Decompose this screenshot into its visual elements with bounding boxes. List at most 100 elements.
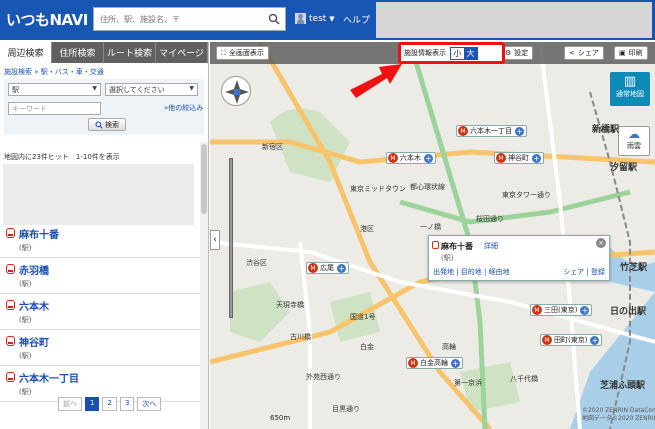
share-label: シェア <box>577 49 599 57</box>
plus-icon[interactable]: + <box>532 153 541 163</box>
compass-icon[interactable] <box>221 76 251 106</box>
help-link[interactable]: ヘルプ <box>343 13 370 26</box>
rain-cloud-button[interactable]: ☁ 雨雲 <box>618 126 650 156</box>
map-label: 都心環状線 <box>410 183 445 191</box>
station-type: (駅) <box>19 280 32 288</box>
station-name[interactable]: 六本木一丁目 <box>19 370 79 385</box>
expand-icon: ⛶ <box>221 48 226 57</box>
plus-icon[interactable]: + <box>590 335 600 345</box>
scrollbar[interactable] <box>200 142 208 429</box>
station-label: 神谷町 <box>508 154 529 162</box>
map-label: 汐留駅 <box>610 163 638 173</box>
station-marker[interactable]: M 三田(東京) + <box>530 304 593 316</box>
popup-kind: (駅) <box>441 254 454 262</box>
zoom-slider[interactable] <box>229 158 233 318</box>
chevron-down-icon: ▼ <box>189 85 194 92</box>
gear-icon: ⚙ <box>505 49 512 57</box>
plus-icon[interactable]: + <box>451 358 460 368</box>
logo[interactable]: いつもNAVI <box>6 9 88 30</box>
train-icon: M <box>458 126 468 136</box>
map-label: 八千代橋 <box>510 375 538 383</box>
plus-icon[interactable]: + <box>424 153 433 163</box>
map-label: 日の出駅 <box>610 307 647 317</box>
size-small-button[interactable]: 小 <box>451 48 464 59</box>
rain-label: 雨雲 <box>627 142 641 150</box>
settings-label: 設定 <box>514 49 529 57</box>
map-label: 目黒通り <box>332 405 360 413</box>
size-large-button[interactable]: 大 <box>464 47 477 59</box>
search-button[interactable]: 検索 <box>88 118 126 131</box>
print-button[interactable]: ▣ 印刷 <box>614 46 648 60</box>
map-label: 新橋駅 <box>592 125 620 135</box>
train-icon <box>6 228 15 238</box>
detail-link[interactable]: 詳細 <box>484 241 498 251</box>
share-button[interactable]: < シェア <box>564 46 604 60</box>
station-label: 三田(東京) <box>544 306 578 314</box>
tab-nearby[interactable]: 周辺検索 <box>0 42 52 63</box>
share-register-links[interactable]: シェア | 登録 <box>563 267 605 277</box>
train-icon: M <box>408 358 418 368</box>
list-item[interactable]: 六本木 (駅) <box>0 294 200 330</box>
map-type-button[interactable]: ▥ 通常地図 <box>610 72 650 106</box>
fullscreen-button[interactable]: ⛶ 全画面表示 <box>216 46 269 60</box>
search-button-label: 検索 <box>105 120 119 129</box>
map-label: 古川橋 <box>290 333 311 341</box>
map-label: 渋谷区 <box>246 259 267 267</box>
chevron-down-icon: ▼ <box>329 14 335 23</box>
station-name[interactable]: 六本木 <box>19 298 49 313</box>
map-label: 一ノ橋 <box>420 223 441 231</box>
map-label: 高輪 <box>442 343 456 351</box>
page-button[interactable]: 2 <box>102 397 117 411</box>
map-label: 竹芝駅 <box>620 263 648 273</box>
map-label: 白金 <box>360 343 374 351</box>
station-label: 田町(東京) <box>554 336 588 344</box>
list-item[interactable]: 赤羽橋 (駅) <box>0 258 200 294</box>
list-item[interactable]: 麻布十番 (駅) <box>0 222 200 258</box>
train-icon <box>6 300 15 310</box>
train-icon <box>6 336 15 346</box>
close-icon[interactable]: × <box>596 238 606 248</box>
map[interactable]: ⛶ 全画面表示 ⚙ 設定 < シェア ▣ 印刷 施設情報表示 小 大 ‹ ▥ 通常地図 … <box>210 42 655 429</box>
plus-icon[interactable]: + <box>580 305 590 315</box>
train-icon: M <box>496 153 506 163</box>
page-button[interactable]: 1 <box>85 397 100 411</box>
breadcrumb[interactable]: 施設検索 » 駅・バス・車・交通 <box>0 63 208 77</box>
station-marker[interactable]: M 田町(東京) + <box>540 334 603 346</box>
station-type: (駅) <box>19 388 32 396</box>
search-icon[interactable] <box>264 8 284 30</box>
station-marker[interactable]: M 広尾 + <box>306 262 349 274</box>
ad-space <box>3 164 194 225</box>
page-button[interactable]: 3 <box>119 397 135 411</box>
station-marker[interactable]: M 六本木 + <box>386 152 436 164</box>
subcategory-select[interactable]: 選択してください ▼ <box>105 83 198 96</box>
printer-icon: ▣ <box>619 49 626 57</box>
collapse-panel-button[interactable]: ‹ <box>210 230 220 250</box>
refine-link[interactable]: »他の絞込み <box>164 103 203 113</box>
station-name[interactable]: 麻布十番 <box>19 226 59 241</box>
station-name[interactable]: 神谷町 <box>19 334 49 349</box>
station-marker[interactable]: M 白金高輪 + <box>406 357 463 369</box>
station-marker[interactable]: M 六本木一丁目 + <box>456 125 527 137</box>
scroll-thumb[interactable] <box>201 144 207 214</box>
keyword-input[interactable]: キーワード <box>8 102 101 115</box>
popup-title: 麻布十番 <box>441 242 473 251</box>
search-input[interactable] <box>94 8 264 30</box>
tab-mypage[interactable]: マイページ <box>156 42 208 63</box>
category-select[interactable]: 駅 ▼ <box>8 83 101 96</box>
station-label: 広尾 <box>320 264 334 272</box>
list-item[interactable]: 神谷町 (駅) <box>0 330 200 366</box>
plus-icon[interactable]: + <box>515 126 524 136</box>
station-name[interactable]: 赤羽橋 <box>19 262 49 277</box>
fullscreen-label: 全画面表示 <box>228 49 264 57</box>
plus-icon[interactable]: + <box>337 263 346 273</box>
station-popup: 麻布十番 詳細 (駅) 出発地 | 目的地 | 経由地 シェア | 登録 × <box>428 235 610 281</box>
station-marker[interactable]: M 神谷町 + <box>494 152 544 164</box>
map-label: 国道1号 <box>350 313 376 321</box>
next-page-button[interactable]: 次へ <box>137 397 162 411</box>
tab-route[interactable]: ルート検索 <box>104 42 156 63</box>
tab-address[interactable]: 住所検索 <box>52 42 104 63</box>
map-label: 東京ミッドタウン <box>350 185 406 193</box>
user-menu[interactable]: test ▼ <box>295 13 335 24</box>
prev-page-button[interactable]: 前へ <box>58 397 82 411</box>
route-links[interactable]: 出発地 | 目的地 | 経由地 <box>433 267 510 277</box>
